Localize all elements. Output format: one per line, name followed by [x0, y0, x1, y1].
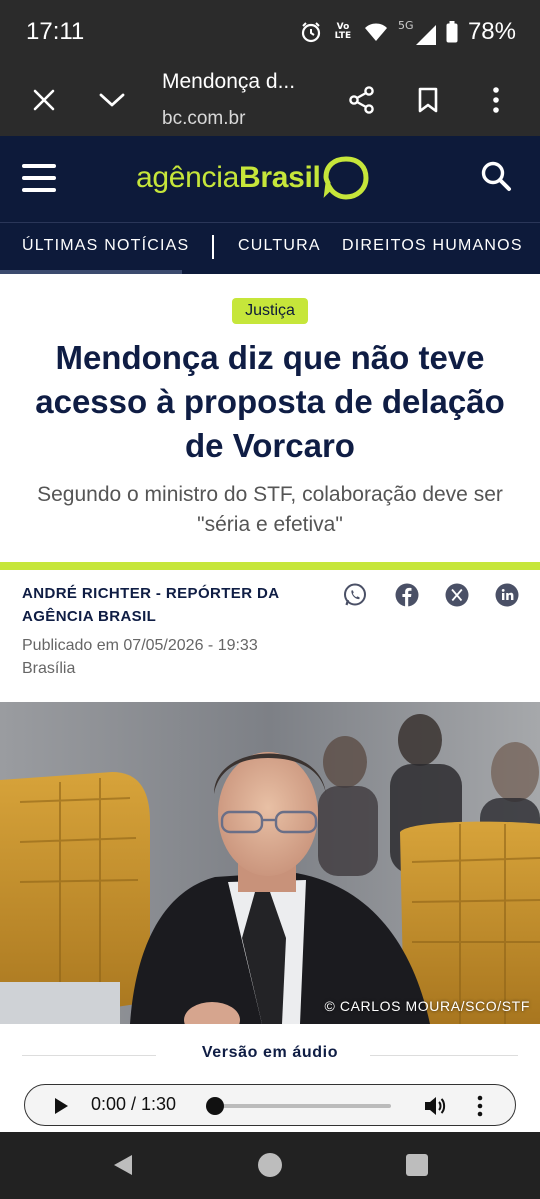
search-button[interactable] [480, 160, 516, 196]
menu-bar-icon [22, 176, 56, 180]
menu-bar-icon [22, 188, 56, 192]
logo-leaf-icon [323, 156, 369, 200]
section-nav: ÚLTIMAS NOTÍCIAS CULTURA DIREITOS HUMANO… [0, 222, 540, 274]
wifi-icon [364, 23, 387, 41]
accent-divider [0, 562, 540, 570]
minimize-button[interactable] [92, 80, 132, 120]
publish-date: Publicado em 07/05/2026 - 19:33 [22, 637, 258, 654]
page-url[interactable]: bc.com.br [162, 108, 252, 130]
share-icon [349, 86, 374, 114]
browser-toolbar: Mendonça d... bc.com.br [0, 64, 540, 136]
nav-item-direitos-humanos[interactable]: DIREITOS HUMANOS [342, 237, 523, 255]
volte-line2: LTE [334, 31, 352, 41]
logo-text-light: agência [136, 161, 239, 194]
search-icon [481, 161, 511, 191]
audio-progress-thumb[interactable] [206, 1097, 224, 1115]
play-icon[interactable] [53, 1097, 69, 1115]
audio-label: Versão em áudio [201, 1044, 339, 1061]
battery-percent: 78% [467, 18, 516, 45]
article-author[interactable]: ANDRÉ RICHTER - REPÓRTER DA AGÊNCIA BRAS… [22, 582, 312, 628]
x-icon[interactable] [444, 582, 470, 608]
status-bar: 17:11 Vo LTE 5G 78% [0, 0, 540, 64]
close-tab-button[interactable] [24, 80, 64, 120]
bookmark-icon [418, 87, 438, 113]
menu-button[interactable] [22, 164, 56, 192]
article-photo[interactable]: © CARLOS MOURA/SCO/STF [0, 702, 540, 1024]
article-location: Brasília [22, 660, 76, 677]
network-indicator: 5G [398, 19, 436, 45]
menu-bar-icon [22, 164, 56, 168]
battery-icon [446, 21, 458, 43]
nav-divider [212, 235, 214, 259]
bookmark-button[interactable] [408, 80, 448, 120]
nav-item-ultimas-noticias[interactable]: ÚLTIMAS NOTÍCIAS [22, 237, 189, 255]
volume-icon[interactable] [423, 1094, 447, 1118]
share-icons [342, 582, 524, 608]
more-options-button[interactable] [476, 80, 516, 120]
status-time: 17:11 [26, 18, 85, 45]
network-type: 5G [397, 19, 414, 32]
whatsapp-icon[interactable] [342, 582, 368, 608]
android-navigation-bar [0, 1132, 540, 1199]
article-headline: Mendonça diz que não teve acesso à propo… [35, 339, 505, 464]
audio-player: 0:00 / 1:30 [24, 1084, 516, 1126]
audio-time: 0:00 / 1:30 [91, 1094, 177, 1114]
article-subtitle: Segundo o ministro do STF, colaboração d… [37, 483, 503, 536]
photo-illustration [0, 702, 540, 1024]
close-icon [33, 89, 55, 111]
signal-icon [415, 25, 436, 45]
linkedin-icon[interactable] [494, 582, 520, 608]
article: Justiça Mendonça diz que não teve acesso… [0, 274, 540, 1132]
back-icon[interactable] [110, 1152, 136, 1178]
share-button[interactable] [342, 80, 382, 120]
more-vert-icon [493, 87, 499, 113]
category-tag[interactable]: Justiça [232, 298, 308, 324]
audio-more-icon[interactable] [471, 1094, 489, 1118]
page-title[interactable]: Mendonça d... [162, 70, 295, 94]
chevron-down-icon [99, 93, 125, 107]
nav-item-cultura[interactable]: CULTURA [238, 237, 321, 255]
facebook-icon[interactable] [394, 582, 420, 608]
volte-indicator: Vo LTE [332, 23, 354, 41]
photo-credit: © CARLOS MOURA/SCO/STF [324, 998, 530, 1014]
alarm-icon [301, 22, 321, 43]
site-header: agência Brasil [0, 136, 540, 222]
site-logo[interactable]: agência Brasil [136, 152, 369, 204]
recents-icon[interactable] [404, 1152, 430, 1178]
audio-section-header: Versão em áudio [22, 1044, 518, 1066]
logo-text-bold: Brasil [239, 161, 321, 194]
status-icons: Vo LTE 5G 78% [300, 16, 516, 48]
audio-progress-track[interactable] [207, 1104, 391, 1108]
home-icon[interactable] [257, 1152, 283, 1178]
